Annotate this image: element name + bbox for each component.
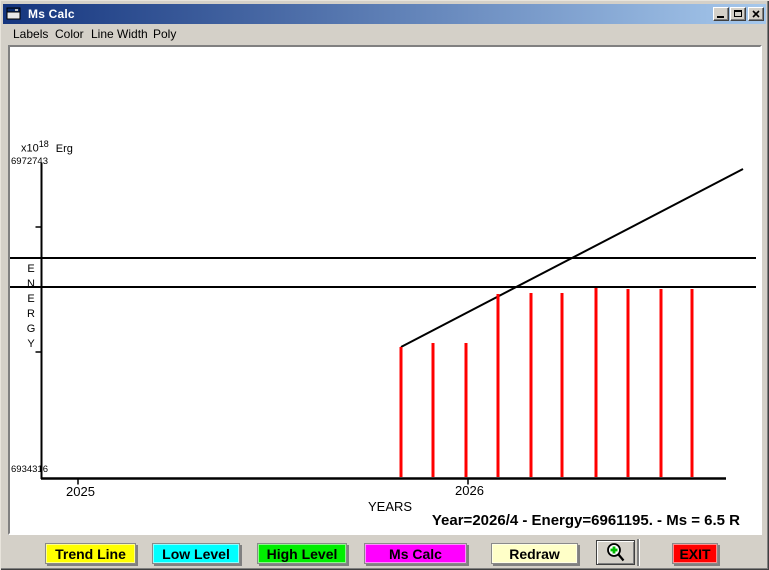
title-bar: Ms Calc [3,4,766,24]
x-tick-label-2025: 2025 [66,484,95,499]
y-axis-title-letter: E [27,263,35,275]
y-axis-title-letter: G [26,323,36,335]
menu-item-line-width[interactable]: Line Width [89,24,150,44]
window-title: Ms Calc [28,7,75,21]
x-tick-label-2026: 2026 [455,483,484,498]
zoom-button[interactable] [596,540,635,565]
close-button[interactable] [748,7,764,21]
y-axis-title: ENERGY [24,262,38,352]
ms-calc-button[interactable]: Ms Calc [364,543,467,564]
menu-item-poly[interactable]: Poly [151,24,178,44]
minimize-button[interactable] [713,7,729,21]
y-axis-title-letter: E [27,293,35,305]
y-axis-title-letter: Y [27,338,35,350]
menu-bar: Labels Color Line Width Poly [3,24,766,45]
trend-line-button[interactable]: Trend Line [45,543,136,564]
x-axis-title: YEARS [368,499,413,514]
redraw-button[interactable]: Redraw [491,543,578,564]
maximize-icon [734,10,742,17]
chart-area: x1018 Erg 6972743 ENERGY 6934316 2025 202… [8,45,762,535]
plot-canvas [10,163,756,485]
exit-button[interactable]: EXIT [672,543,718,564]
menu-item-labels[interactable]: Labels [11,24,50,44]
form-window-icon [6,7,21,20]
y-axis-unit-label: x1018 Erg [21,139,73,155]
minimize-icon [717,16,724,18]
low-level-button[interactable]: Low Level [152,543,240,564]
toolbar-separator [637,539,639,566]
status-readout: Year=2026/4 - Energy=6961195. - Ms = 6.5… [431,512,740,529]
y-axis-title-letter: N [27,278,35,290]
high-level-button[interactable]: High Level [257,543,347,564]
menu-item-color[interactable]: Color [53,24,86,44]
y-axis-title-letter: R [27,308,35,320]
y-axis-min-value: 6934316 [11,464,48,475]
app-window: Ms Calc Labels Color Line Width Poly x10… [0,0,769,570]
close-icon [752,10,760,18]
magnifier-plus-icon [606,542,624,561]
y-axis-max-value: 6972743 [11,156,48,167]
maximize-button[interactable] [730,7,746,21]
